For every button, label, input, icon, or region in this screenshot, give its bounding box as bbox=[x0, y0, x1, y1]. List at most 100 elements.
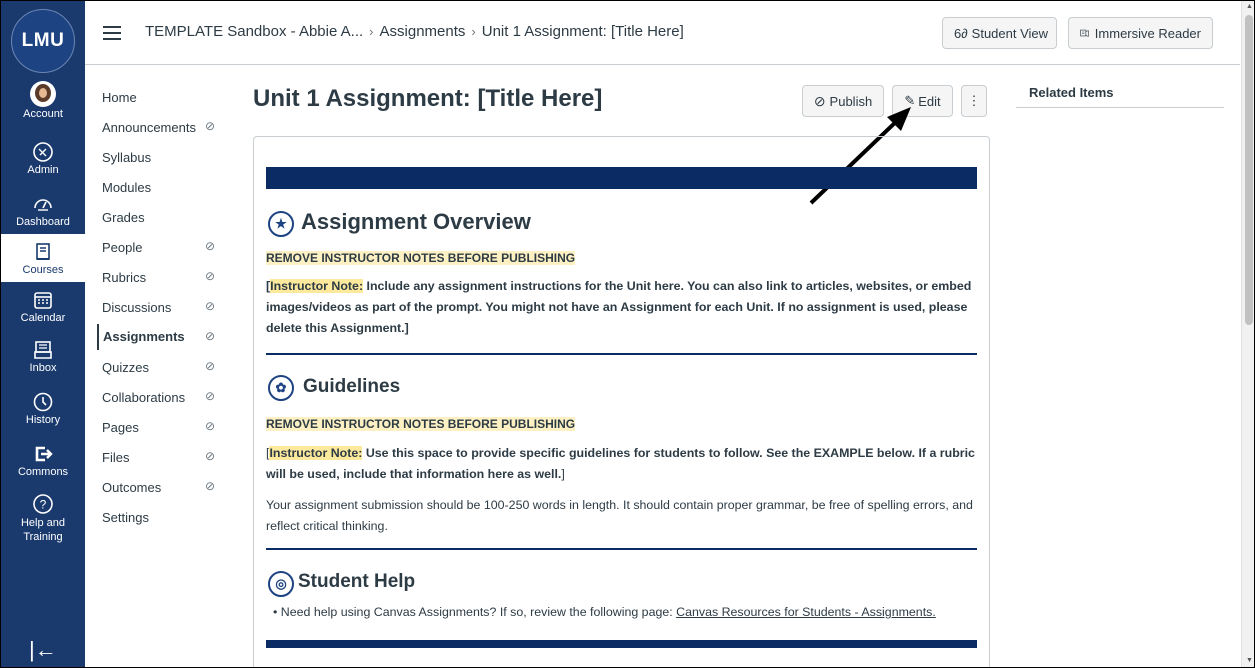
section-divider bbox=[266, 548, 977, 550]
hidden-eye-icon: ⊘ bbox=[205, 269, 216, 283]
global-nav-courses[interactable]: Courses bbox=[1, 234, 85, 282]
global-nav-inbox[interactable]: Inbox bbox=[1, 339, 85, 374]
breadcrumb-assignments[interactable]: Assignments bbox=[380, 23, 466, 40]
hidden-eye-icon: ⊘ bbox=[205, 119, 216, 133]
page-title: Unit 1 Assignment: [Title Here] bbox=[253, 85, 603, 112]
remove-notes-warning: REMOVE INSTRUCTOR NOTES BEFORE PUBLISHIN… bbox=[266, 417, 576, 431]
remove-notes-warning: REMOVE INSTRUCTOR NOTES BEFORE PUBLISHIN… bbox=[266, 251, 576, 265]
chevron-right-icon: › bbox=[369, 24, 374, 39]
instructor-note-text: Use this space to provide specific guide… bbox=[266, 446, 975, 481]
course-nav-assignments[interactable]: Assignments bbox=[97, 324, 185, 350]
course-nav-home[interactable]: Home bbox=[102, 90, 137, 105]
global-nav-label: Courses bbox=[22, 264, 64, 276]
remove-notes-text: REMOVE INSTRUCTOR NOTES BEFORE PUBLISHIN… bbox=[266, 251, 576, 265]
scroll-up-icon[interactable]: ▲ bbox=[1246, 3, 1253, 10]
related-items-heading: Related Items bbox=[1029, 85, 1114, 100]
instructor-note: [Instructor Note: Use this space to prov… bbox=[266, 446, 975, 481]
breadcrumb-current: Unit 1 Assignment: [Title Here] bbox=[481, 23, 684, 40]
immersive-reader-label: Immersive Reader bbox=[1094, 25, 1201, 41]
chevron-right-icon: › bbox=[471, 24, 476, 39]
course-nav-syllabus[interactable]: Syllabus bbox=[102, 150, 151, 165]
global-nav-dashboard[interactable]: Dashboard bbox=[1, 193, 85, 228]
global-nav-label: Dashboard bbox=[16, 216, 70, 228]
more-options-button[interactable]: ⋮ bbox=[961, 85, 987, 117]
immersive-reader-icon bbox=[1080, 29, 1089, 37]
course-nav-collaborations[interactable]: Collaborations bbox=[102, 390, 185, 405]
inbox-icon bbox=[34, 341, 52, 359]
example-text: Your assignment submission should be 100… bbox=[266, 498, 973, 533]
scrollbar-thumb[interactable] bbox=[1245, 15, 1253, 325]
global-nav-account[interactable]: Account bbox=[1, 81, 85, 120]
collapse-nav-icon[interactable]: |← bbox=[29, 637, 57, 663]
canvas-window: LMU Account Admin Dashboard Courses Cale… bbox=[0, 0, 1255, 668]
footer-banner bbox=[266, 640, 977, 648]
help-icon: ? bbox=[33, 494, 53, 514]
svg-text:?: ? bbox=[40, 498, 47, 512]
glasses-icon: 6∂ bbox=[954, 25, 968, 41]
course-nav-files[interactable]: Files bbox=[102, 450, 129, 465]
course-nav-rubrics[interactable]: Rubrics bbox=[102, 270, 146, 285]
lmu-logo[interactable]: LMU bbox=[11, 9, 75, 73]
global-nav-calendar[interactable]: Calendar bbox=[1, 289, 85, 324]
hamburger-menu-icon[interactable] bbox=[103, 26, 121, 40]
course-nav-discussions[interactable]: Discussions bbox=[102, 300, 171, 315]
hidden-eye-icon: ⊘ bbox=[205, 479, 216, 493]
global-nav-label: Help and Training bbox=[20, 517, 66, 543]
global-nav-label: Commons bbox=[17, 466, 69, 478]
global-nav-admin[interactable]: Admin bbox=[1, 141, 85, 176]
course-nav-grades[interactable]: Grades bbox=[102, 210, 145, 225]
edit-label: Edit bbox=[918, 93, 941, 109]
help-text: Need help using Canvas Assignments? If s… bbox=[280, 605, 677, 619]
instructor-note-label: Instructor Note: bbox=[270, 279, 364, 293]
lifebuoy-icon: ◎ bbox=[268, 571, 294, 597]
global-nav-help[interactable]: ? Help and Training bbox=[1, 493, 85, 544]
global-nav-label: Admin bbox=[27, 164, 59, 176]
breadcrumb-course[interactable]: TEMPLATE Sandbox - Abbie A... bbox=[145, 23, 363, 40]
hidden-eye-icon: ⊘ bbox=[205, 419, 216, 433]
section-divider bbox=[266, 353, 977, 355]
logo-text: LMU bbox=[21, 30, 65, 51]
course-nav-quizzes[interactable]: Quizzes bbox=[102, 360, 149, 375]
kebab-icon: ⋮ bbox=[967, 93, 981, 108]
instructor-note: [Instructor Note: Include any assignment… bbox=[266, 279, 972, 335]
canvas-resources-link[interactable]: Canvas Resources for Students - Assignme… bbox=[676, 605, 936, 619]
hidden-eye-icon: ⊘ bbox=[205, 389, 216, 403]
course-nav-settings[interactable]: Settings bbox=[102, 510, 149, 525]
hidden-eye-icon: ⊘ bbox=[205, 329, 216, 343]
global-nav-commons[interactable]: Commons bbox=[1, 443, 85, 478]
dashboard-icon bbox=[34, 199, 52, 211]
global-nav-history[interactable]: History bbox=[1, 391, 85, 426]
divider bbox=[1016, 107, 1224, 108]
student-view-button[interactable]: 6∂ Student View bbox=[942, 17, 1057, 49]
commons-icon bbox=[35, 446, 53, 462]
clock-icon bbox=[33, 392, 53, 412]
hidden-eye-icon: ⊘ bbox=[205, 239, 216, 253]
course-nav-pages[interactable]: Pages bbox=[102, 420, 139, 435]
global-nav-label: Account bbox=[23, 108, 63, 120]
guidelines-heading: Guidelines bbox=[303, 376, 401, 397]
course-nav-modules[interactable]: Modules bbox=[102, 180, 151, 195]
star-icon: ★ bbox=[268, 211, 294, 237]
gear-icon: ✿ bbox=[268, 375, 294, 401]
course-nav-announcements[interactable]: Announcements bbox=[102, 120, 196, 135]
instructor-note-label: Instructor Note: bbox=[269, 446, 363, 460]
remove-notes-text: REMOVE INSTRUCTOR NOTES BEFORE PUBLISHIN… bbox=[266, 417, 576, 431]
assignment-overview-heading: Assignment Overview bbox=[301, 209, 531, 234]
student-view-label: Student View bbox=[971, 25, 1049, 41]
hidden-eye-icon: ⊘ bbox=[205, 299, 216, 313]
list-item: • Need help using Canvas Assignments? If… bbox=[273, 605, 936, 619]
scrollbar[interactable]: ▲ ▼ bbox=[1241, 1, 1254, 667]
scroll-down-icon[interactable]: ▼ bbox=[1246, 657, 1253, 664]
course-nav-people[interactable]: People bbox=[102, 240, 142, 255]
header-banner bbox=[266, 167, 977, 189]
hidden-eye-icon: ⊘ bbox=[205, 449, 216, 463]
breadcrumb: TEMPLATE Sandbox - Abbie A... › Assignment… bbox=[145, 23, 684, 40]
avatar bbox=[30, 81, 56, 107]
student-help-heading: Student Help bbox=[298, 571, 416, 592]
immersive-reader-button[interactable]: Immersive Reader bbox=[1068, 17, 1213, 49]
global-nav-label: Inbox bbox=[29, 362, 57, 374]
course-nav-outcomes[interactable]: Outcomes bbox=[102, 480, 161, 495]
hidden-eye-icon: ⊘ bbox=[205, 359, 216, 373]
calendar-icon bbox=[34, 292, 52, 309]
instructor-note-text: Include any assignment instructions for … bbox=[266, 279, 972, 335]
